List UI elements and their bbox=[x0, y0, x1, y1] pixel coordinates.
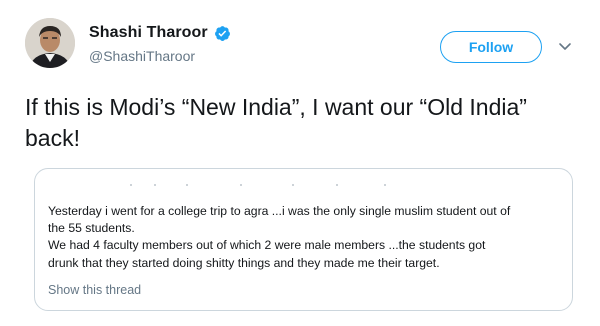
quoted-tweet-line: We had 4 faculty members out of which 2 … bbox=[48, 238, 486, 253]
avatar-image bbox=[25, 18, 75, 68]
faded-header-marks bbox=[130, 184, 386, 186]
quoted-tweet-line: drunk that they started doing shitty thi… bbox=[48, 255, 440, 270]
tweet-card: Shashi Tharoor @ShashiTharoor Follow If … bbox=[0, 0, 600, 326]
follow-button[interactable]: Follow bbox=[440, 31, 542, 63]
chevron-down-icon[interactable] bbox=[557, 38, 573, 54]
verified-badge-icon bbox=[214, 25, 231, 42]
quoted-tweet-line: the 55 students. bbox=[48, 221, 135, 236]
user-handle[interactable]: @ShashiTharoor bbox=[89, 48, 195, 64]
name-row: Shashi Tharoor bbox=[89, 24, 231, 42]
quoted-tweet-line: Yesterday i went for a college trip to a… bbox=[48, 204, 511, 218]
display-name[interactable]: Shashi Tharoor bbox=[89, 24, 208, 42]
show-thread-link[interactable]: Show this thread bbox=[48, 283, 141, 297]
quoted-tweet-text: Yesterday i went for a college trip to a… bbox=[48, 203, 568, 272]
tweet-text: If this is Modi’s “New India”, I want ou… bbox=[25, 94, 527, 151]
quoted-tweet-card[interactable]: Yesterday i went for a college trip to a… bbox=[34, 168, 573, 311]
avatar[interactable] bbox=[25, 18, 75, 68]
